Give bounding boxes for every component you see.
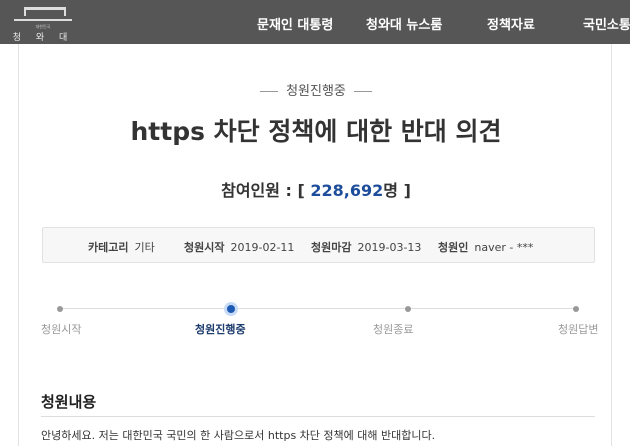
cheongwadae-logo[interactable]: 대한민국 청 와 대 xyxy=(10,4,76,43)
petition-status: 청원진행중 xyxy=(19,80,613,99)
timeline-dot xyxy=(57,306,63,312)
nav-newsroom[interactable]: 청와대 뉴스룸 xyxy=(366,14,442,33)
timeline-dot-active xyxy=(227,305,235,313)
nav-policy[interactable]: 정책자료 xyxy=(487,14,535,33)
content-heading: 청원내용 xyxy=(41,393,97,411)
timeline-label-answer: 청원답변 xyxy=(558,323,599,336)
participants-label: 참여인원 : [ xyxy=(221,181,305,200)
status-text: 청원진행중 xyxy=(286,84,346,99)
timeline-label-start: 청원시작 xyxy=(41,323,82,336)
timeline-dot xyxy=(405,306,411,312)
end-date: 청원마감 2019-03-13 xyxy=(311,241,422,254)
timeline-line xyxy=(60,308,576,309)
participants-count: 참여인원 : [ 228,692명 ] xyxy=(19,177,613,201)
start-date: 청원시작 2019-02-11 xyxy=(184,241,295,254)
petition-info-box: 카테고리 기타 청원시작 2019-02-11 청원마감 2019-03-13 청원인… xyxy=(42,227,595,263)
timeline-dot xyxy=(573,306,579,312)
petition-card: 청원진행중 https 차단 정책에 대한 반대 의견 참여인원 : [ 228… xyxy=(18,44,612,446)
timeline-label-progress: 청원진행중 xyxy=(195,323,246,336)
timeline-label-end: 청원종료 xyxy=(373,323,414,336)
top-header: 대한민국 청 와 대 문재인 대통령 청와대 뉴스룸 정책자료 국민소통 xyxy=(0,0,630,44)
participants-unit: 명 ] xyxy=(383,181,411,200)
logo-name: 청 와 대 xyxy=(12,33,74,43)
category: 카테고리 기타 xyxy=(88,241,155,254)
divider xyxy=(41,416,595,417)
participants-value: 228,692 xyxy=(310,181,384,200)
nav-communication[interactable]: 국민소통 xyxy=(583,14,630,33)
author: 청원인 naver - *** xyxy=(438,241,534,254)
nav-president[interactable]: 문재인 대통령 xyxy=(257,14,333,33)
building-icon xyxy=(14,7,72,21)
petition-title: https 차단 정책에 대한 반대 의견 xyxy=(130,117,502,146)
petition-content: 안녕하세요. 저는 대한민국 국민의 한 사람으로서 https 차단 정책에 … xyxy=(41,429,436,442)
